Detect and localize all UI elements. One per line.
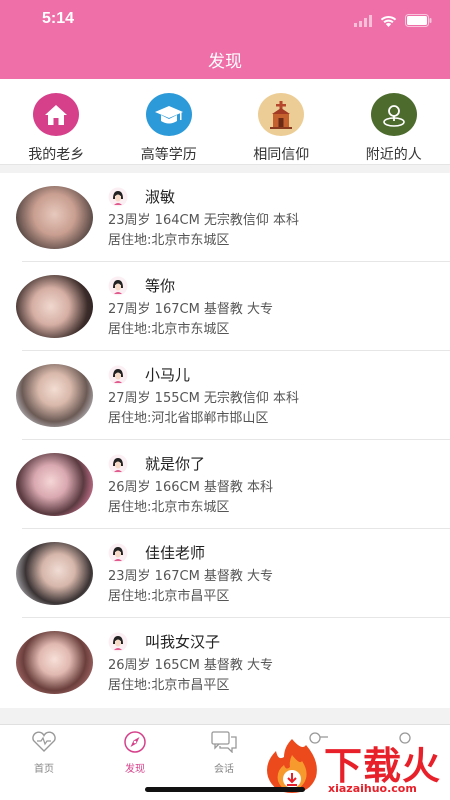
user-name: 叫我女汉子 xyxy=(145,633,221,651)
category-nearby[interactable]: 附近的人 xyxy=(338,79,450,164)
graduation-cap-icon xyxy=(145,93,192,136)
tab-label: 首页 xyxy=(34,764,54,775)
list-item[interactable]: 佳佳老师 23周岁 167CM 基督教 大专 居住地:北京市昌平区 xyxy=(0,529,450,618)
avatar xyxy=(16,186,93,249)
tab-home[interactable]: 首页 xyxy=(14,731,74,775)
category-hometown[interactable]: 我的老乡 xyxy=(0,79,113,164)
female-icon xyxy=(108,632,128,652)
list-item[interactable]: 就是你了 26周岁 166CM 基督教 本科 居住地:北京市东城区 xyxy=(0,440,450,529)
user-name: 淑敏 xyxy=(145,188,176,206)
user-info: 27周岁 167CM 基督教 大专 xyxy=(108,302,274,317)
church-icon xyxy=(258,93,305,136)
user-address: 居住地:北京市东城区 xyxy=(108,500,230,515)
category-label: 我的老乡 xyxy=(28,147,85,163)
user-address: 居住地:北京市东城区 xyxy=(108,322,230,337)
female-icon xyxy=(108,365,128,385)
chat-icon xyxy=(211,731,237,757)
category-label: 附近的人 xyxy=(365,147,422,163)
user-address: 居住地:北京市昌平区 xyxy=(108,678,230,693)
female-icon xyxy=(108,187,128,207)
user-list: 淑敏 23周岁 164CM 无宗教信仰 本科 居住地:北京市东城区 等你 27周… xyxy=(0,173,450,708)
list-item[interactable]: 叫我女汉子 26周岁 165CM 基督教 大专 居住地:北京市昌平区 xyxy=(0,618,450,707)
heart-icon xyxy=(30,731,58,757)
status-icons xyxy=(354,12,432,31)
avatar xyxy=(16,275,93,338)
user-info: 23周岁 164CM 无宗教信仰 本科 xyxy=(108,213,300,228)
avatar xyxy=(16,542,93,605)
battery-icon xyxy=(405,12,432,31)
compass-icon xyxy=(123,731,147,757)
user-info: 23周岁 167CM 基督教 大专 xyxy=(108,569,274,584)
category-education[interactable]: 高等学历 xyxy=(113,79,226,164)
user-name: 就是你了 xyxy=(145,455,206,473)
user-info: 26周岁 166CM 基督教 本科 xyxy=(108,480,274,495)
user-name: 小马儿 xyxy=(145,366,191,384)
tab-discover[interactable]: 发现 xyxy=(105,731,165,775)
category-label: 相同信仰 xyxy=(253,147,310,163)
user-name: 佳佳老师 xyxy=(145,544,206,562)
user-address: 居住地:河北省邯郸市邯山区 xyxy=(108,411,269,426)
location-person-icon xyxy=(370,93,417,136)
tab-chat[interactable]: 会话 xyxy=(194,731,254,775)
category-bar: 我的老乡 高等学历 相同信仰 附近的人 xyxy=(0,79,450,165)
female-icon xyxy=(108,454,128,474)
tab-label: 会话 xyxy=(214,764,234,775)
wifi-icon xyxy=(380,12,397,31)
list-item[interactable]: 等你 27周岁 167CM 基督教 大专 居住地:北京市东城区 xyxy=(0,262,450,351)
list-item[interactable]: 淑敏 23周岁 164CM 无宗教信仰 本科 居住地:北京市东城区 xyxy=(0,173,450,262)
tab-label: 发现 xyxy=(125,764,145,775)
category-label: 高等学历 xyxy=(140,147,197,163)
user-address: 居住地:北京市东城区 xyxy=(108,233,230,248)
user-address: 居住地:北京市昌平区 xyxy=(108,589,230,604)
avatar xyxy=(16,364,93,427)
header-bar: 5:14 发现 xyxy=(0,0,450,79)
signal-icon xyxy=(354,12,372,31)
status-time: 5:14 xyxy=(42,10,75,27)
home-indicator xyxy=(145,787,305,792)
category-faith[interactable]: 相同信仰 xyxy=(225,79,338,164)
user-name: 等你 xyxy=(145,277,176,295)
female-icon xyxy=(108,543,128,563)
watermark-url: xiazaihuo.com xyxy=(328,782,417,795)
list-item[interactable]: 小马儿 27周岁 155CM 无宗教信仰 本科 居住地:河北省邯郸市邯山区 xyxy=(0,351,450,440)
avatar xyxy=(16,453,93,516)
user-info: 26周岁 165CM 基督教 大专 xyxy=(108,658,274,673)
avatar xyxy=(16,631,93,694)
status-bar: 5:14 xyxy=(0,0,450,38)
user-info: 27周岁 155CM 无宗教信仰 本科 xyxy=(108,391,300,406)
home-icon xyxy=(33,93,80,136)
page-title: 发现 xyxy=(208,52,242,72)
female-icon xyxy=(108,276,128,296)
